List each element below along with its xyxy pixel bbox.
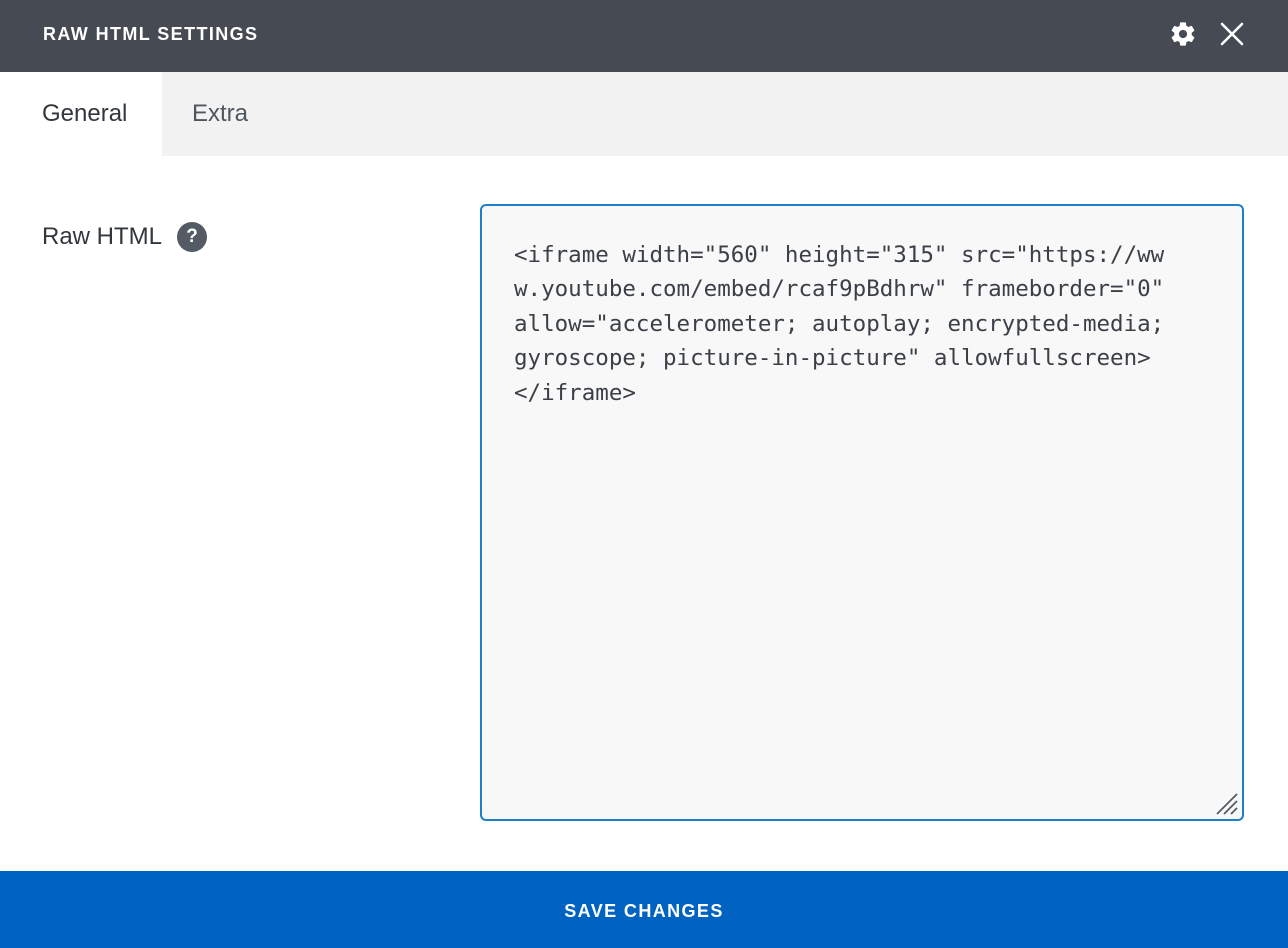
tab-bar: General Extra: [0, 72, 1288, 156]
raw-html-textarea[interactable]: [480, 204, 1244, 821]
save-changes-button[interactable]: SAVE CHANGES: [0, 871, 1288, 948]
dialog-title: RAW HTML SETTINGS: [43, 24, 259, 44]
gear-icon[interactable]: [1169, 20, 1197, 48]
raw-html-settings-dialog: RAW HTML SETTINGS General Extra Raw HTML…: [0, 0, 1288, 948]
tab-general[interactable]: General: [0, 72, 162, 156]
dialog-header: RAW HTML SETTINGS: [0, 0, 1288, 72]
resize-handle-icon[interactable]: [1209, 786, 1239, 816]
help-icon[interactable]: ?: [177, 222, 207, 252]
close-icon[interactable]: [1218, 20, 1246, 48]
raw-html-label: Raw HTML: [42, 223, 163, 250]
tab-extra[interactable]: Extra: [162, 72, 282, 156]
